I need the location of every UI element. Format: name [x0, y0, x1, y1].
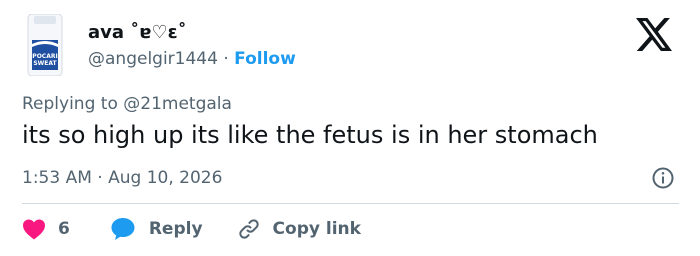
link-icon [238, 219, 259, 239]
user-handle[interactable]: @angelgir1444 [88, 49, 218, 69]
heart-icon [23, 219, 45, 240]
like-count: 6 [58, 219, 70, 239]
tweet-time: 1:53 AM [22, 168, 92, 188]
avatar-label-line-1: POCARI [32, 53, 57, 60]
copy-link-label: Copy link [272, 219, 361, 239]
action-bar: 6 Reply Copy link [22, 214, 361, 244]
tweet-timestamp[interactable]: 1:53 AM · Aug 10, 2026 [22, 168, 222, 188]
info-icon[interactable] [651, 166, 675, 190]
speech-bubble-icon [111, 218, 135, 240]
copy-link-button[interactable]: Copy link [237, 217, 361, 241]
like-button[interactable]: 6 [22, 218, 110, 240]
reply-label: Reply [148, 219, 203, 239]
reply-button[interactable]: Reply [110, 217, 237, 241]
avatar-label-line-2: SWEAT [33, 60, 57, 67]
divider [22, 203, 679, 204]
tweet-text: its so high up its like the fetus is in … [22, 121, 598, 149]
x-logo-icon[interactable] [636, 18, 672, 51]
follow-button[interactable]: Follow [234, 49, 296, 69]
display-name[interactable]: ava ˚ɐ♡ɛ˚ [88, 22, 187, 43]
handle-row: @angelgir1444 · Follow [88, 49, 296, 69]
avatar[interactable]: POCARI SWEAT [22, 14, 68, 76]
reply-context: Replying to @21metgala [22, 94, 232, 114]
reply-mention-link[interactable]: @21metgala [123, 94, 232, 114]
handle-separator: · [223, 49, 229, 69]
reply-context-prefix: Replying to [22, 94, 118, 114]
tweet-date: Aug 10, 2026 [108, 168, 223, 188]
pocari-sweat-can-avatar: POCARI SWEAT [27, 14, 63, 76]
timestamp-separator: · [97, 168, 103, 188]
